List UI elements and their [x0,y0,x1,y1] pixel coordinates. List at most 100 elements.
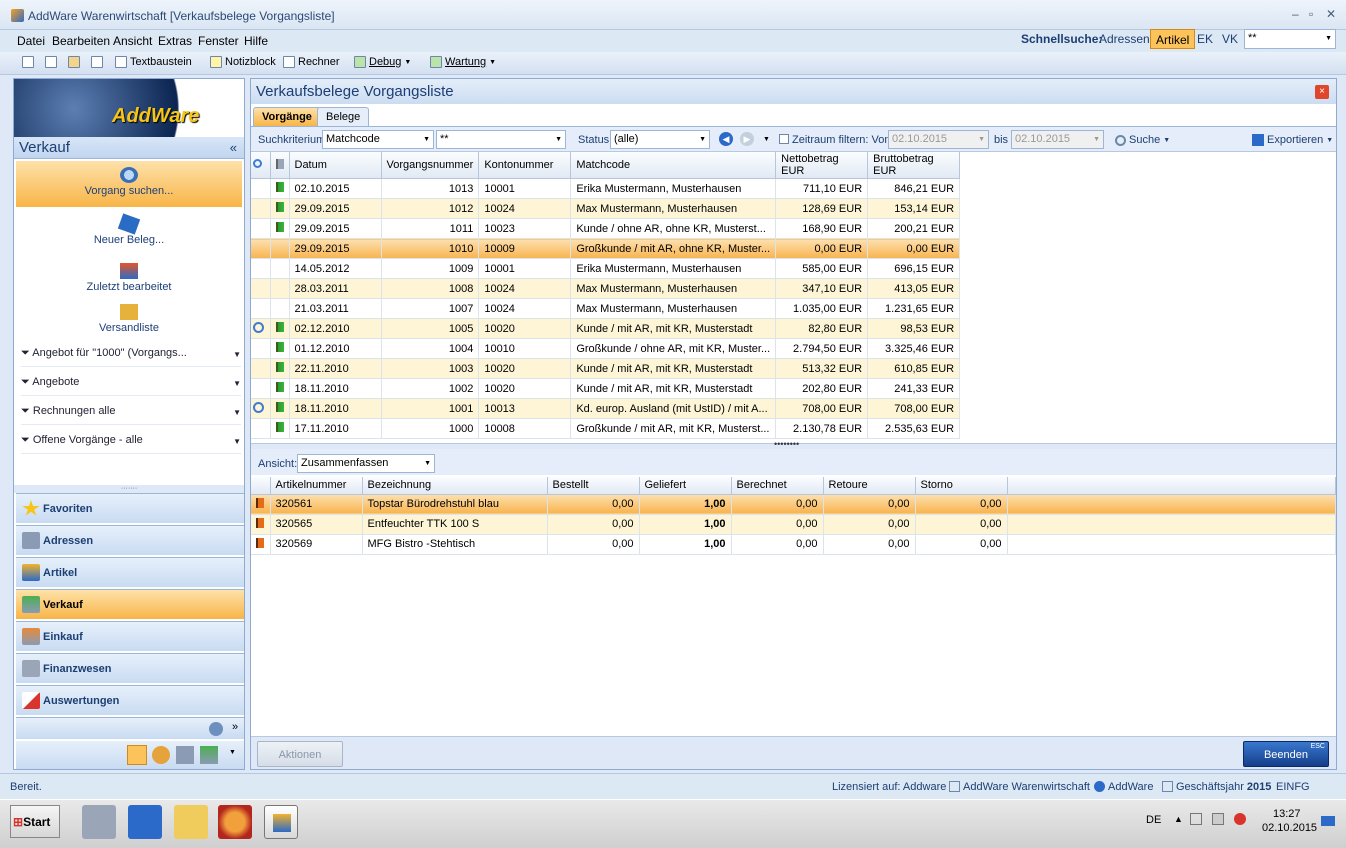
network-icon[interactable] [1212,813,1224,825]
powershell-icon[interactable] [128,805,162,839]
language-indicator[interactable]: DE [1146,814,1161,826]
wartung-button[interactable]: Wartung ▼ [430,56,496,68]
column-datum[interactable]: Datum [289,152,382,179]
aktionen-button[interactable]: Aktionen [257,741,343,767]
bis-date-input[interactable]: 02.10.2015 ▼ [1011,130,1104,149]
chevron-down-icon[interactable]: ▼ [229,749,236,756]
status-select[interactable]: (alle) ▼ [610,130,710,149]
minimize-icon[interactable]: – [1292,7,1299,21]
notizblock-button[interactable]: Notizblock [210,56,276,68]
menu-hilfe[interactable]: Hilfe [244,34,268,48]
filter-angebot-1000[interactable]: ⏷ Angebot für "1000" (Vorgangs... ▼ [21,347,241,367]
restore-icon[interactable]: ▫ [1309,7,1313,21]
configure-icon[interactable] [209,722,223,736]
menu-extras[interactable]: Extras [158,34,192,48]
chevron-down-icon[interactable]: ▼ [233,408,241,417]
table-row[interactable]: 22.11.2010 1003 10020 Kunde / mit AR, mit K… [251,358,961,379]
module-finanzwesen[interactable]: Finanzwesen [16,653,244,683]
suchkriterium-select[interactable]: Matchcode ▼ [322,130,434,149]
table-row[interactable]: 17.11.2010 1000 10008 Großkunde / mit AR, m… [251,418,961,439]
palm-app-icon[interactable] [218,805,252,839]
filter-rechnungen-alle[interactable]: ⏷ Rechnungen alle ▼ [21,405,241,425]
flag-icon[interactable] [1190,813,1202,825]
table-row[interactable]: 02.10.2015 1013 10001 Erika Mustermann, Mus… [251,178,961,199]
schnellsuche-adressen[interactable]: Adressen [1094,29,1155,49]
table-row[interactable]: 29.09.2015 1010 10009 Großkunde / mit AR, o… [251,238,961,259]
table-row[interactable]: 14.05.2012 1009 10001 Erika Mustermann, Mus… [251,258,961,279]
module-einkauf[interactable]: Einkauf [16,621,244,651]
computer-icon[interactable] [82,805,116,839]
chevron-down-icon[interactable]: ▼ [763,136,770,143]
schnellsuche-ek[interactable]: EK [1192,29,1218,49]
column-bezeichnung[interactable]: Bezeichnung [362,477,548,495]
module-verkauf[interactable]: Verkauf [16,589,244,619]
sidebar-action-versandliste[interactable]: Versandliste [16,304,242,342]
close-icon[interactable]: × [1315,85,1329,99]
addware-taskbar-icon[interactable] [264,805,298,839]
schnellsuche-vk[interactable]: VK [1217,29,1243,49]
table-row[interactable]: 02.12.2010 1005 10020 Kunde / mit AR, mit K… [251,318,961,339]
select-icon[interactable] [91,56,103,68]
filter-angebote[interactable]: ⏷ Angebote ▼ [21,376,241,396]
suche-button[interactable]: Suche ▼ [1115,134,1170,146]
module-adressen[interactable]: Adressen [16,525,244,555]
table-row[interactable]: 29.09.2015 1012 10024 Max Mustermann, Muste… [251,198,961,219]
paste-icon[interactable] [68,56,80,68]
sales-icon[interactable] [200,746,218,764]
column-vorgangsnummer[interactable]: Vorgangsnummer [381,152,480,179]
table-row[interactable]: 320569 MFG Bistro -Stehtisch 0,00 1,00 0,00 0… [251,534,1336,555]
module-artikel[interactable]: Artikel [16,557,244,587]
zoom-icon[interactable] [152,746,170,764]
schnellsuche-input[interactable]: ** ▼ [1244,29,1336,49]
debug-button[interactable]: Debug ▼ [354,56,411,68]
calculator-icon[interactable] [176,746,194,764]
chevron-down-icon[interactable]: ▼ [233,379,241,388]
start-button[interactable]: ⊞Start [10,805,60,838]
sidebar-splitter[interactable]: ······· [14,485,244,493]
zeitraum-checkbox[interactable] [779,134,789,144]
menu-datei[interactable]: Datei [17,34,45,48]
tab-vorgaenge[interactable]: Vorgänge [253,107,321,126]
close-icon[interactable]: ✕ [1326,7,1336,21]
cut-icon[interactable] [22,56,34,68]
chevron-down-icon[interactable]: ▼ [1325,35,1332,42]
module-auswertungen[interactable]: Auswertungen [16,685,244,715]
show-desktop-icon[interactable] [1321,816,1335,826]
table-row[interactable]: 28.03.2011 1008 10024 Max Mustermann, Muste… [251,278,961,299]
back-icon[interactable]: ◀ [719,132,733,146]
chevron-down-icon[interactable]: ▼ [233,437,241,446]
column-storno[interactable]: Storno [915,477,1008,495]
tab-belege[interactable]: Belege [317,107,370,126]
forward-icon[interactable]: ▶ [740,132,754,146]
rechner-button[interactable]: Rechner [283,56,340,68]
table-row[interactable]: 18.11.2010 1001 10013 Kd. europ. Ausland (m… [251,398,961,419]
column-sync[interactable] [251,152,271,179]
column-retoure[interactable]: Retoure [823,477,916,495]
table-row[interactable]: 18.11.2010 1002 10020 Kunde / mit AR, mit K… [251,378,961,399]
column-artikelnummer[interactable]: Artikelnummer [270,477,363,495]
search-icon[interactable] [127,745,147,765]
copy-icon[interactable] [45,56,57,68]
table-row[interactable]: 320561 Topstar Bürodrehstuhl blau 0,00 1,00… [251,494,1336,515]
column-kontonummer[interactable]: Kontonummer [478,152,572,179]
module-favoriten[interactable]: Favoriten [16,493,244,523]
chevron-down-icon[interactable]: ▼ [233,350,241,359]
column-matchcode[interactable]: Matchcode [570,152,777,179]
menu-ansicht[interactable]: Ansicht [113,34,152,48]
collapse-icon[interactable]: « [230,140,237,155]
table-row[interactable]: 320565 Entfeuchter TTK 100 S 0,00 1,00 0,00 0… [251,514,1336,535]
volume-icon[interactable] [1234,813,1246,825]
column-flag[interactable] [251,477,271,495]
expand-icon[interactable]: » [232,721,238,733]
menu-bearbeiten[interactable]: Bearbeiten [52,34,110,48]
folder-icon[interactable] [174,805,208,839]
textbaustein-button[interactable]: Textbaustein [115,56,192,68]
beenden-button[interactable]: Beenden ESC [1243,741,1329,767]
schnellsuche-artikel[interactable]: Artikel [1150,29,1196,49]
column-bestellt[interactable]: Bestellt [547,477,640,495]
column-nettobetrag[interactable]: Nettobetrag EUR [775,152,869,179]
table-row[interactable]: 29.09.2015 1011 10023 Kunde / ohne AR, ohne… [251,218,961,239]
chevron-up-icon[interactable]: ▲ [1174,814,1183,824]
search-input[interactable]: ** ▼ [436,130,566,149]
exportieren-button[interactable]: Exportieren ▼ [1252,134,1333,146]
